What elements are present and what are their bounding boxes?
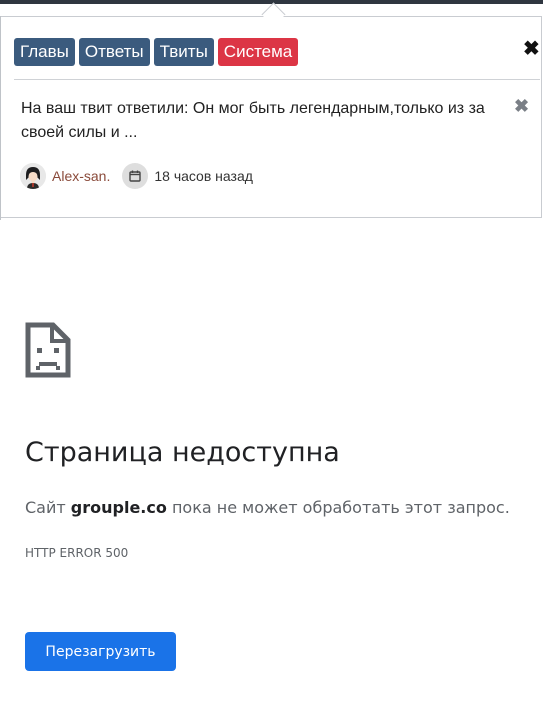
notification-meta: Alex-san. 18 часов назад (20, 163, 253, 189)
avatar[interactable] (20, 163, 46, 189)
divider (14, 79, 540, 80)
site-name: grouple.co (70, 498, 167, 517)
calendar-icon (122, 163, 149, 189)
page: Главы Ответы Твиты Система ✖ На ваш твит… (0, 0, 543, 713)
page-edge (0, 16, 1, 220)
tab-tweets[interactable]: Твиты (153, 38, 214, 66)
notification-tabs: Главы Ответы Твиты Система (14, 38, 299, 66)
error-code: HTTP ERROR 500 (25, 546, 129, 560)
reload-button[interactable]: Перезагрузить (25, 632, 176, 671)
author-link[interactable]: Alex-san. (52, 168, 110, 184)
notification-time: 18 часов назад (154, 168, 253, 184)
desc-suffix: пока не может обработать этот запрос. (166, 498, 510, 517)
error-description: Сайт grouple.co пока не может обработать… (25, 498, 510, 517)
sad-document-icon (25, 322, 71, 382)
dismiss-icon[interactable]: ✖ (514, 97, 529, 115)
tab-system[interactable]: Система (217, 38, 299, 66)
close-icon[interactable]: ✖ (523, 39, 540, 59)
tab-replies[interactable]: Ответы (78, 38, 150, 66)
notification-text[interactable]: На ваш твит ответили: Он мог быть легенд… (21, 97, 506, 145)
notification-popup: Главы Ответы Твиты Система ✖ На ваш твит… (0, 16, 542, 218)
tab-chapters[interactable]: Главы (14, 38, 75, 66)
page-title: Страница недоступна (25, 437, 340, 468)
desc-prefix: Сайт (25, 498, 71, 517)
